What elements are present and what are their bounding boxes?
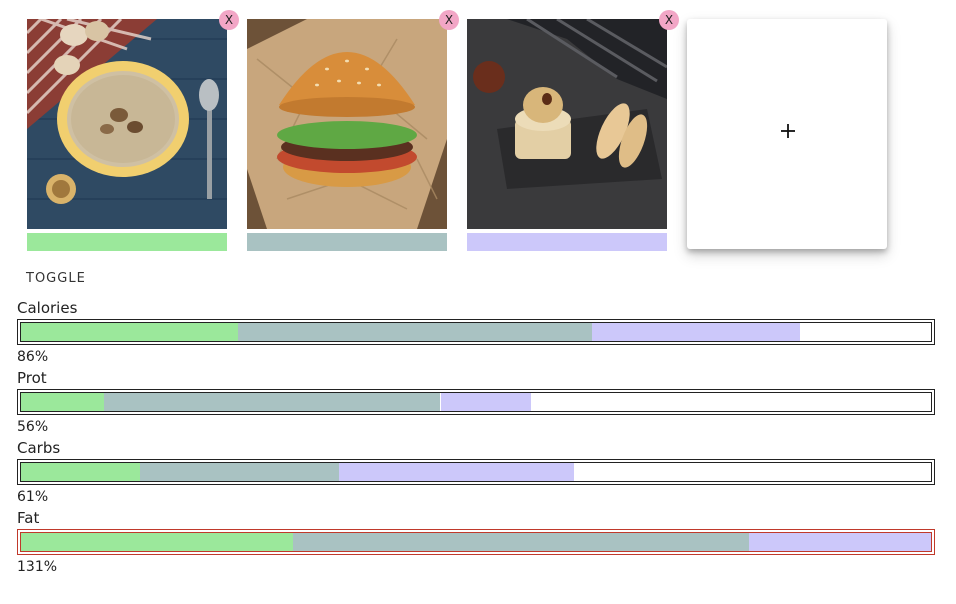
bar-segment-mushroom-soup [21,533,294,551]
food-photo-mushroom-soup [27,19,227,229]
metric-label-carbs: Carbs [17,439,61,457]
carbs-progress-bar [17,459,935,485]
fat-progress-bar [17,529,935,555]
bar-segment-burger [293,533,749,551]
bar-segment-tiramisu [749,533,931,551]
food-photo-tiramisu [467,19,667,229]
food-color-swatch [467,233,667,251]
food-card-tiramisu: X [467,10,679,251]
protein-bar-track [20,392,932,412]
bar-segment-mushroom-soup [21,463,141,481]
metric-label-protein: Prot [17,369,47,387]
food-color-swatch [27,233,227,251]
protein-percent: 56% [17,419,49,435]
fat-bar-track [20,532,932,552]
add-food-button[interactable] [687,19,887,249]
bar-segment-tiramisu [338,463,575,481]
remove-food-button[interactable]: X [439,10,459,30]
bar-segment-burger [103,393,441,411]
food-color-swatch [247,233,447,251]
fat-percent: 131% [17,559,58,575]
bar-segment-mushroom-soup [21,393,104,411]
bar-segment-tiramisu [440,393,531,411]
bar-segment-burger [140,463,339,481]
metric-label-fat: Fat [17,509,40,527]
metric-label-calories: Calories [17,299,78,317]
carbs-percent: 61% [17,489,49,505]
food-photo-burger [247,19,447,229]
protein-progress-bar [17,389,935,415]
bar-segment-tiramisu [592,323,800,341]
remove-food-button[interactable]: X [219,10,239,30]
food-card-mushroom-soup: X [27,10,239,251]
plus-icon [781,124,795,138]
calories-percent: 86% [17,349,49,365]
calories-progress-bar [17,319,935,345]
carbs-bar-track [20,462,932,482]
bar-segment-mushroom-soup [21,323,239,341]
toggle-button[interactable]: TOGGLE [18,266,94,290]
bar-segment-burger [238,323,593,341]
remove-food-button[interactable]: X [659,10,679,30]
calories-bar-track [20,322,932,342]
food-card-burger: X [247,10,459,251]
